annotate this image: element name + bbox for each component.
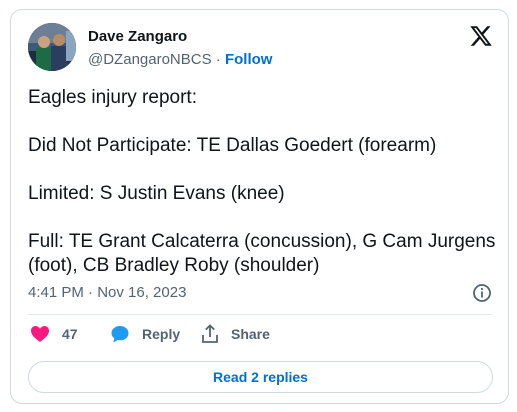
x-logo-icon[interactable] [469,24,493,48]
reply-bubble-icon [111,326,129,343]
timestamp[interactable]: 4:41 PM · Nov 16, 2023 [28,284,186,301]
reply-button[interactable]: Reply [110,323,180,345]
tweet-line: Did Not Participate: TE Dallas Goedert (… [28,135,437,156]
author-name[interactable]: Dave Zangaro [88,28,187,45]
heart-icon [31,326,49,342]
avatar[interactable] [28,23,76,71]
share-label: Share [231,326,270,342]
tweet-card: Dave Zangaro @DZangaroNBCS · Follow Eagl… [10,9,509,404]
author-handle[interactable]: @DZangaroNBCS [88,51,212,68]
like-count: 47 [62,326,78,342]
like-button[interactable]: 47 [30,323,78,345]
follow-link[interactable]: Follow [225,51,273,68]
tweet-line: Full: TE Grant Calcaterra (concussion), … [28,231,496,276]
action-bar: 47 Reply Share [28,323,498,345]
author-handle-row: @DZangaroNBCS · Follow [88,51,272,68]
share-icon [202,324,218,343]
divider [28,314,491,315]
read-replies-button[interactable]: Read 2 replies [28,361,493,393]
info-icon[interactable] [472,283,492,303]
tweet-line: Eagles injury report: [28,87,197,108]
tweet-text: Eagles injury report: Did Not Participat… [28,86,498,278]
share-button[interactable]: Share [201,323,270,345]
reply-label: Reply [142,326,181,342]
separator: · [211,51,225,68]
tweet-line: Limited: S Justin Evans (knee) [28,183,285,204]
